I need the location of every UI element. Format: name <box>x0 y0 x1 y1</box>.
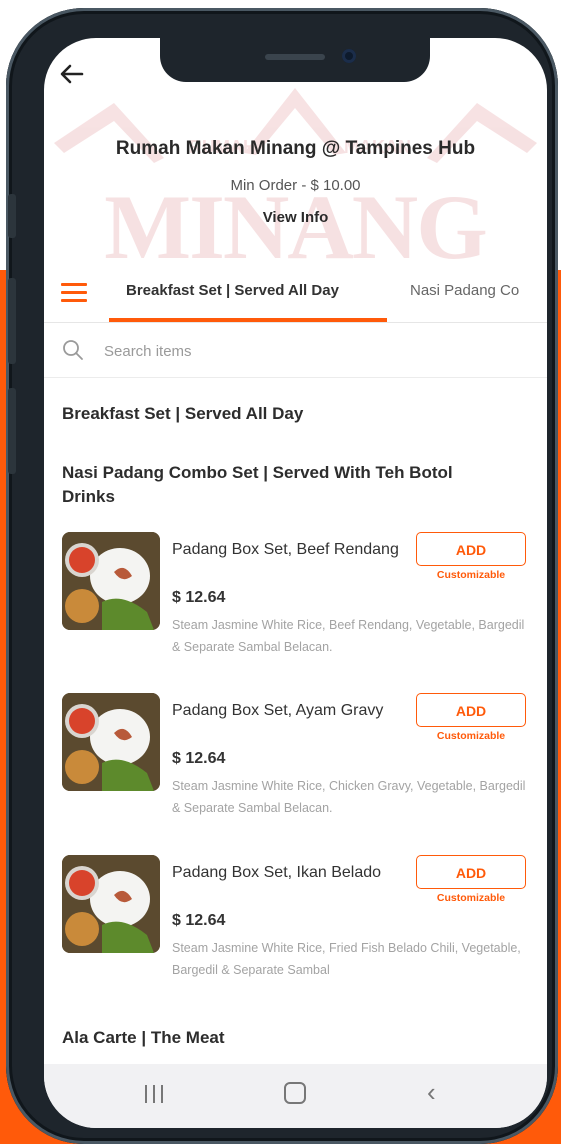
home-icon[interactable] <box>284 1082 306 1104</box>
view-info-link[interactable]: View Info <box>44 209 547 226</box>
item-price: $ 12.64 <box>172 589 226 606</box>
section-title: Nasi Padang Combo Set | Served With Teh … <box>62 463 453 506</box>
item-description: Steam Jasmine White Rice, Beef Rendang, … <box>172 618 525 654</box>
item-name: Padang Box Set, Ayam Gravy <box>172 702 384 719</box>
recents-icon[interactable] <box>141 1083 167 1105</box>
hamburger-icon[interactable] <box>61 283 87 303</box>
food-image <box>62 532 160 630</box>
phone-side-button <box>8 194 16 238</box>
back-arrow-icon[interactable] <box>58 60 86 88</box>
phone-side-button <box>8 278 16 364</box>
customizable-label: Customizable <box>436 730 506 742</box>
item-name: Padang Box Set, Ikan Belado <box>172 864 382 881</box>
customizable-label: Customizable <box>436 892 506 904</box>
search-bar <box>44 323 547 378</box>
tab-nasi-padang[interactable]: Nasi Padang Co <box>410 282 519 299</box>
item-price: $ 12.64 <box>172 912 226 929</box>
food-image <box>62 693 160 791</box>
item-name: Padang Box Set, Beef Rendang <box>172 541 399 558</box>
store-name: Rumah Makan Minang @ Tampines Hub <box>115 138 476 159</box>
food-image <box>62 855 160 953</box>
category-tabs: Breakfast Set | Served All Day Nasi Pada… <box>44 270 547 323</box>
section-title: Ala Carte | The Meat <box>62 1028 225 1047</box>
menu-item[interactable]: Padang Box Set, Ayam Gravy $ 12.64 Steam… <box>44 693 547 833</box>
back-icon[interactable]: ‹ <box>427 1078 436 1106</box>
add-button[interactable]: ADD <box>416 855 526 889</box>
search-icon <box>63 340 83 360</box>
active-tab-indicator <box>109 318 387 322</box>
phone-frame: RUMAH MAKAN MINANG Rumah Makan Minang @ … <box>6 8 558 1144</box>
front-camera <box>342 49 356 63</box>
tab-breakfast-set[interactable]: Breakfast Set | Served All Day <box>126 282 339 299</box>
phone-notch <box>160 38 430 82</box>
menu-item[interactable]: Padang Box Set, Ikan Belado $ 12.64 Stea… <box>44 855 547 995</box>
search-input[interactable] <box>102 337 506 365</box>
add-button[interactable]: ADD <box>416 693 526 727</box>
customizable-label: Customizable <box>436 569 506 581</box>
item-description: Steam Jasmine White Rice, Fried Fish Bel… <box>172 941 521 977</box>
item-price: $ 12.64 <box>172 750 226 767</box>
app-screen: RUMAH MAKAN MINANG Rumah Makan Minang @ … <box>44 38 547 1128</box>
store-logo-watermark: RUMAH MAKAN MINANG <box>54 88 537 263</box>
system-navigation-bar: ‹ <box>44 1064 547 1128</box>
item-description: Steam Jasmine White Rice, Chicken Gravy,… <box>172 779 526 815</box>
menu-item[interactable]: Padang Box Set, Beef Rendang $ 12.64 Ste… <box>44 532 547 672</box>
section-title: Breakfast Set | Served All Day <box>62 404 304 423</box>
add-button[interactable]: ADD <box>416 532 526 566</box>
phone-side-button <box>8 388 16 474</box>
min-order: Min Order - $ 10.00 <box>230 177 361 194</box>
speaker <box>265 54 325 60</box>
